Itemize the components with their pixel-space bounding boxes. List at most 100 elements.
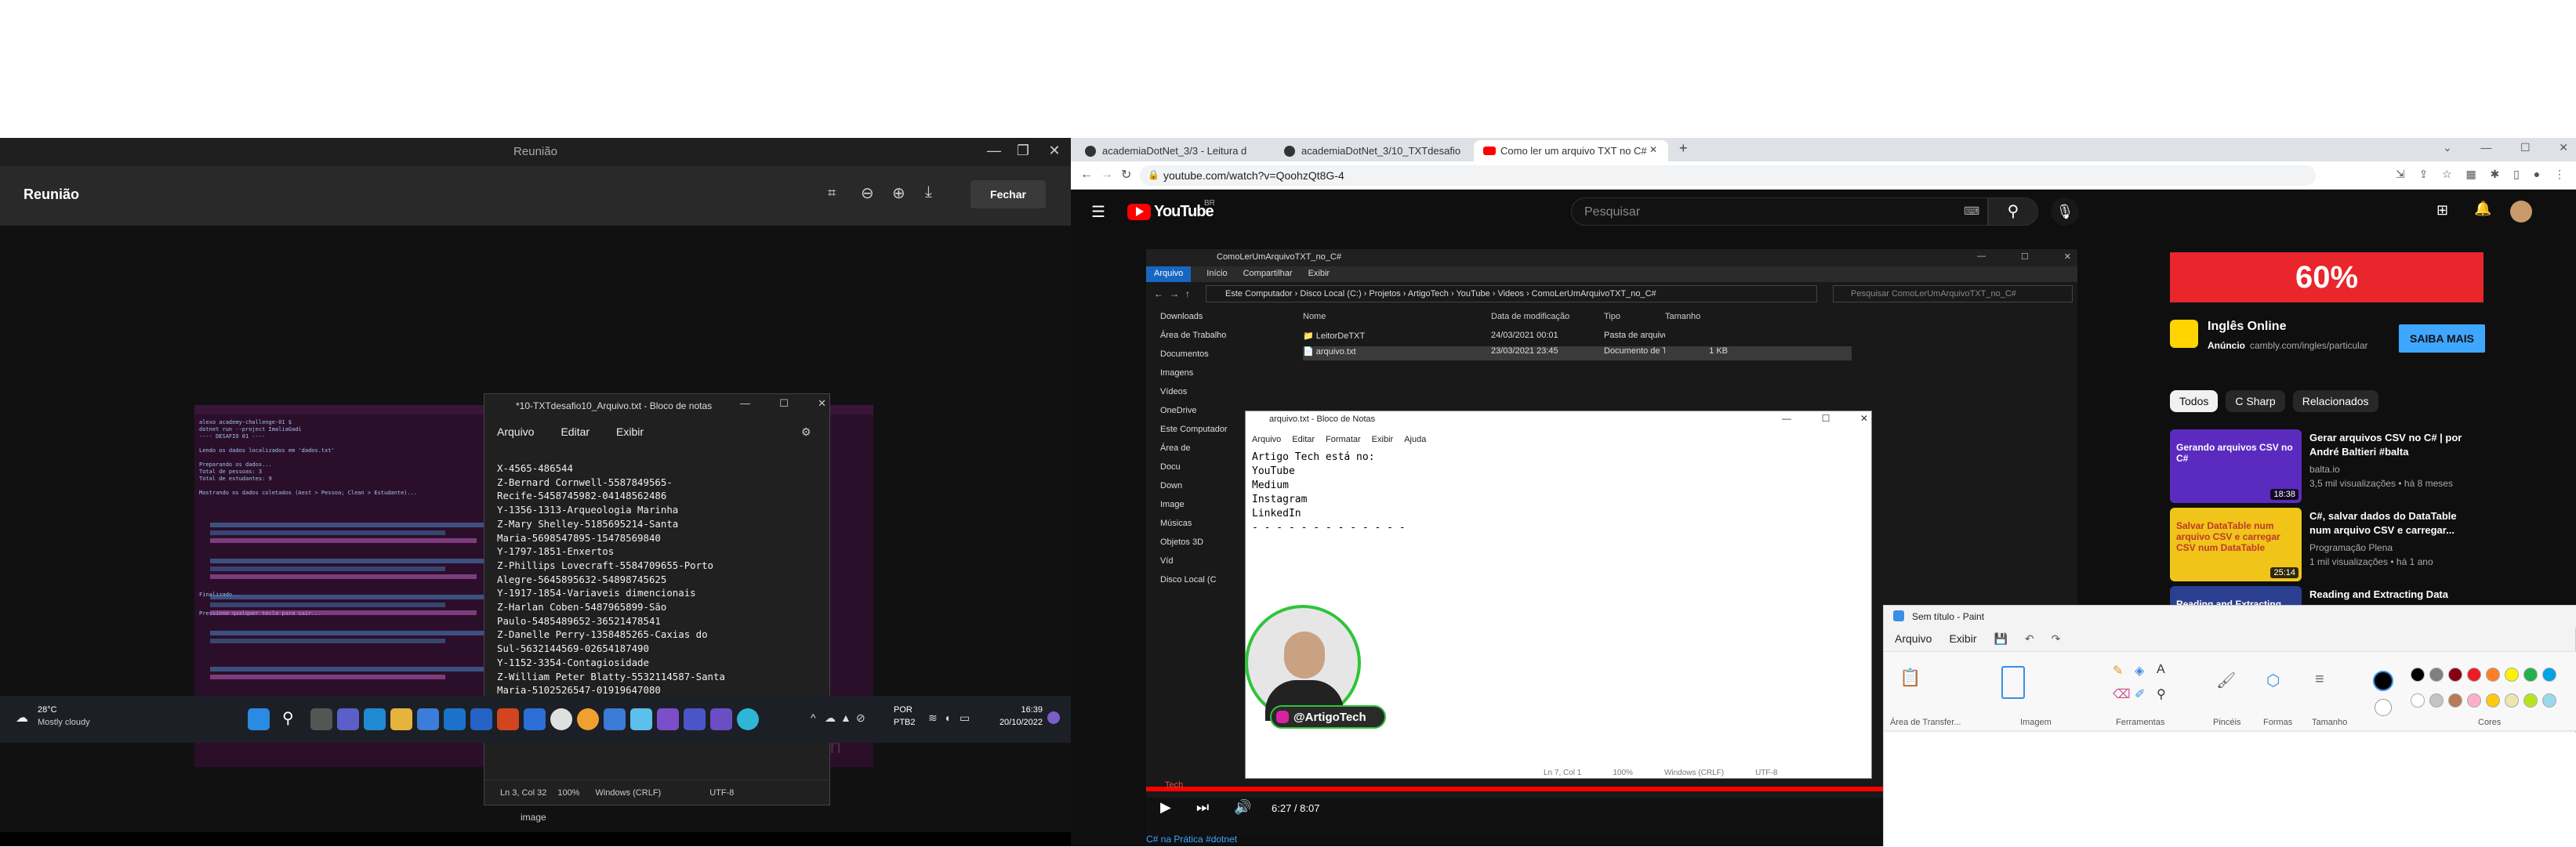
inner-np-close-button[interactable]: ✕ bbox=[1860, 413, 1868, 424]
explorer-back-icon[interactable]: ← bbox=[1154, 288, 1163, 299]
recommendation-channel[interactable]: balta.io bbox=[2309, 464, 2340, 475]
explorer-sidebar-item[interactable]: Disco Local (C bbox=[1160, 575, 1217, 585]
keyboard-layout[interactable]: PTB2 bbox=[894, 718, 916, 727]
tray-chevron-icon[interactable]: ^ bbox=[811, 711, 816, 724]
explorer-forward-icon[interactable]: → bbox=[1170, 288, 1179, 299]
ribbon-view[interactable]: Exibir bbox=[1308, 266, 1330, 282]
hashtags[interactable]: C# na Prática #dotnet bbox=[1146, 834, 1237, 845]
edge-icon[interactable] bbox=[604, 708, 626, 730]
tab-1[interactable]: academiaDotNet_3/3 - Leitura d bbox=[1076, 140, 1272, 161]
tab-3[interactable]: Como ler um arquivo TXT no C# bbox=[1474, 140, 1668, 161]
text-tool-icon[interactable]: A bbox=[2157, 663, 2165, 677]
explorer-sidebar-item[interactable]: Este Computador bbox=[1160, 425, 1228, 434]
menu-edit[interactable]: Editar bbox=[561, 425, 590, 444]
select-tool-icon[interactable] bbox=[2001, 666, 2025, 699]
explorer-sidebar-item[interactable]: Documentos bbox=[1160, 349, 1209, 359]
color1-swatch[interactable] bbox=[2373, 671, 2393, 691]
youtube-logo-icon[interactable] bbox=[1127, 204, 1151, 220]
fill-icon[interactable]: ◈ bbox=[2135, 663, 2144, 679]
explorer-sidebar-item[interactable]: Downloads bbox=[1160, 312, 1203, 321]
inner-np-menu-item[interactable]: Formatar bbox=[1326, 435, 1361, 444]
settings-icon[interactable]: ⚙ bbox=[801, 425, 811, 439]
mic-off-icon[interactable]: ⊘ bbox=[856, 711, 865, 725]
explorer-close-button[interactable]: ✕ bbox=[2064, 252, 2071, 262]
ribbon-share[interactable]: Compartilhar bbox=[1243, 266, 1293, 282]
recommendation-channel[interactable]: Programação Plena bbox=[2309, 542, 2393, 553]
calendar-icon[interactable] bbox=[470, 708, 492, 730]
notifications-bell-icon[interactable]: 🔔 bbox=[2474, 201, 2491, 217]
ribbon-file[interactable]: Arquivo bbox=[1146, 266, 1192, 282]
explorer-sidebar-item[interactable]: Músicas bbox=[1160, 519, 1192, 528]
teams-icon[interactable] bbox=[337, 708, 359, 730]
undo-icon[interactable]: ↶ bbox=[2025, 632, 2034, 646]
browser-close-button[interactable]: ✕ bbox=[2559, 141, 2568, 154]
volume-icon[interactable]: 🔊 bbox=[1234, 799, 1251, 816]
bookmark-star-icon[interactable]: ☆ bbox=[2442, 168, 2452, 181]
language-code[interactable]: POR bbox=[894, 705, 912, 715]
explorer-sidebar-item[interactable]: Área de bbox=[1160, 443, 1191, 453]
chrome-icon[interactable] bbox=[550, 708, 572, 730]
eraser-icon[interactable]: ⌫ bbox=[2113, 686, 2131, 702]
filter-chip[interactable]: Relacionados bbox=[2292, 390, 2378, 412]
notepad-close-button[interactable]: ✕ bbox=[818, 397, 826, 410]
palette-color[interactable] bbox=[2429, 668, 2444, 682]
cloud-icon[interactable]: ☁ bbox=[825, 711, 836, 725]
tray-app-icon[interactable]: ▲ bbox=[840, 711, 851, 724]
forward-icon[interactable]: → bbox=[1101, 168, 1113, 182]
palette-color[interactable] bbox=[2505, 693, 2519, 708]
recommendation-item[interactable]: Salvar DataTable num arquivo CSV e carre… bbox=[2170, 508, 2562, 581]
inner-np-minimize-button[interactable]: — bbox=[1782, 413, 1791, 424]
palette-color[interactable] bbox=[2467, 668, 2481, 682]
notepad-taskbar-icon[interactable] bbox=[630, 708, 652, 730]
next-icon[interactable]: ⏭ bbox=[1196, 799, 1209, 816]
palette-color[interactable] bbox=[2448, 693, 2462, 708]
inner-np-maximize-button[interactable]: ☐ bbox=[1822, 413, 1830, 424]
chevron-down-icon[interactable]: ⌄ bbox=[2443, 141, 2452, 154]
magnifier-icon[interactable]: ⚲ bbox=[2157, 686, 2166, 702]
notepad-minimize-button[interactable]: — bbox=[740, 397, 750, 410]
browser-minimize-button[interactable]: — bbox=[2480, 141, 2491, 154]
pencil-icon[interactable]: ✎ bbox=[2113, 663, 2123, 679]
tab-2[interactable]: academiaDotNet_3/10_TXTdesafio bbox=[1275, 140, 1471, 161]
word-icon[interactable] bbox=[524, 708, 546, 730]
sidebar-icon[interactable]: ▯ bbox=[2513, 168, 2520, 181]
inner-np-menu-item[interactable]: Exibir bbox=[1372, 435, 1394, 444]
explorer-sidebar-item[interactable]: Image bbox=[1160, 500, 1185, 509]
menu-view[interactable]: Exibir bbox=[616, 425, 644, 444]
profile-avatar-icon[interactable]: ● bbox=[2534, 168, 2540, 181]
edge-dev-icon[interactable] bbox=[737, 708, 759, 730]
color-picker-icon[interactable]: ✐ bbox=[2135, 686, 2145, 702]
palette-color[interactable] bbox=[2523, 668, 2538, 682]
column-date[interactable]: Data de modificação bbox=[1491, 312, 1604, 326]
start-icon[interactable] bbox=[248, 708, 270, 730]
vscode-icon[interactable] bbox=[364, 708, 386, 730]
minimize-button[interactable]: — bbox=[978, 143, 1010, 159]
wifi-icon[interactable]: ≋ bbox=[928, 711, 938, 725]
inner-np-menu-item[interactable]: Editar bbox=[1292, 435, 1315, 444]
ad-banner[interactable]: 60% bbox=[2170, 252, 2483, 302]
share-icon[interactable]: ⇪ bbox=[2419, 168, 2429, 181]
task-view-icon[interactable] bbox=[310, 708, 332, 730]
install-icon[interactable]: ⇲ bbox=[2396, 168, 2405, 181]
recommendation-title[interactable]: Gerar arquivos CSV no C# | por André Bal… bbox=[2309, 431, 2474, 459]
ribbon-home[interactable]: Início bbox=[1206, 266, 1227, 282]
explorer-minimize-button[interactable]: — bbox=[1977, 252, 1986, 262]
microphone-icon[interactable]: 🎙 bbox=[2051, 197, 2079, 226]
close-tab-icon[interactable]: ✕ bbox=[1649, 144, 1657, 155]
ad-cta-button[interactable]: SAIBA MAIS bbox=[2399, 324, 2485, 353]
search-icon[interactable]: ⚲ bbox=[282, 708, 294, 728]
column-type[interactable]: Tipo bbox=[1604, 312, 1665, 326]
inner-np-menu-item[interactable]: Ajuda bbox=[1404, 435, 1426, 444]
explorer-sidebar-item[interactable]: Víd bbox=[1160, 556, 1174, 566]
explorer-sidebar-item[interactable]: Área de Trabalho bbox=[1160, 331, 1226, 340]
terminal-taskbar-icon[interactable] bbox=[710, 708, 732, 730]
close-button[interactable]: Fechar bbox=[971, 180, 1046, 208]
mail-icon[interactable] bbox=[444, 708, 466, 730]
brushes-icon[interactable]: 🖌 bbox=[2216, 671, 2236, 690]
palette-color[interactable] bbox=[2505, 668, 2519, 682]
crop-icon[interactable]: ⌗ bbox=[828, 185, 836, 201]
paint-menu-file[interactable]: Arquivo bbox=[1895, 632, 1932, 645]
office-icon[interactable] bbox=[497, 708, 519, 730]
url-field[interactable]: 🔒 youtube.com/watch?v=QoohzQt8G-4 bbox=[1140, 165, 2316, 186]
explorer-sidebar-item[interactable]: Docu bbox=[1160, 462, 1181, 472]
